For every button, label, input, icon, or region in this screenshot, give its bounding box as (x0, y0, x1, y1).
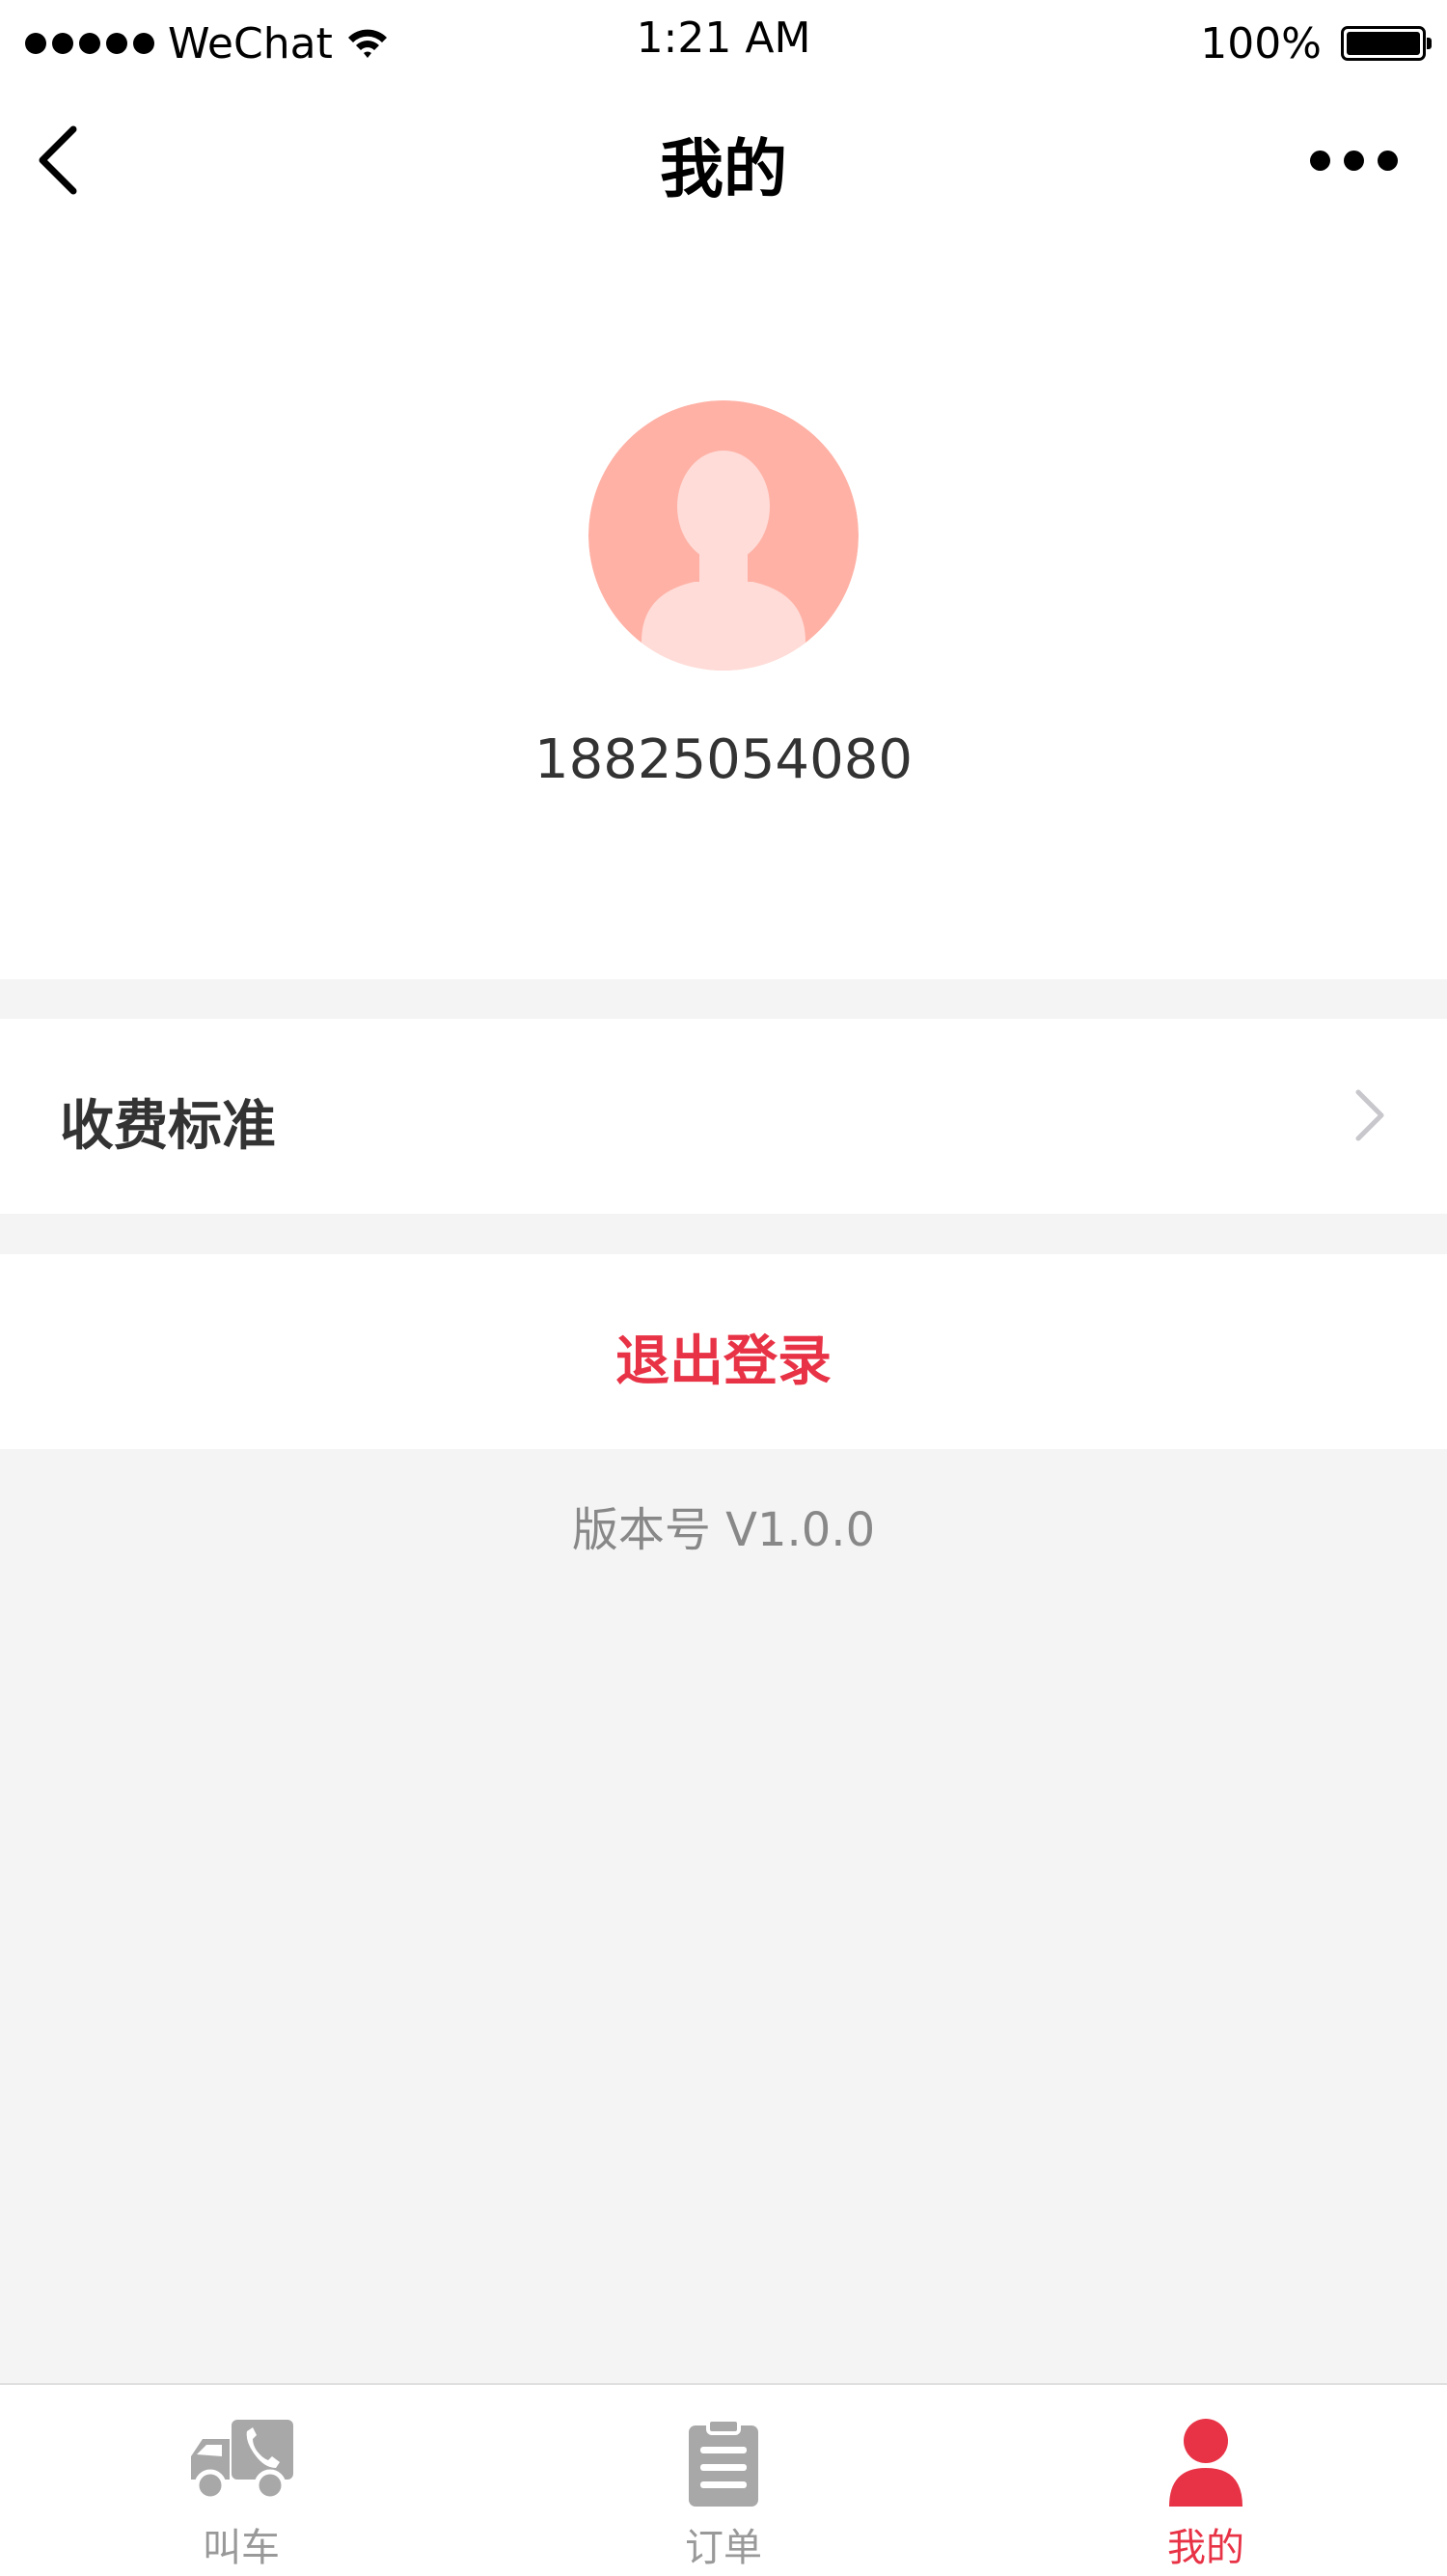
page-title: 我的 (660, 132, 787, 206)
fee-standard-label: 收费标准 (60, 1095, 276, 1158)
tab-orders[interactable]: 订单 (482, 2385, 965, 2576)
more-dot-icon (1378, 150, 1398, 171)
user-phone-number: 18825054080 (534, 728, 913, 791)
avatar[interactable] (588, 400, 859, 671)
clipboard-icon (689, 2418, 758, 2507)
logout-button[interactable]: 退出登录 (0, 1254, 1447, 1449)
navigation-bar: 我的 (0, 87, 1447, 236)
person-icon (1169, 2419, 1242, 2507)
more-dot-icon (1344, 150, 1364, 171)
tab-mine[interactable]: 我的 (965, 2385, 1447, 2576)
tab-label-call-car: 叫车 (203, 2526, 280, 2570)
truck-phone-icon (191, 2420, 293, 2502)
logout-label: 退出登录 (615, 1330, 832, 1393)
more-options-button[interactable] (1310, 141, 1399, 179)
tab-bar: 叫车 订单 我的 (0, 2383, 1447, 2576)
chevron-right-icon (1355, 1089, 1384, 1141)
profile-section: 18825054080 (0, 236, 1447, 979)
version-text: 版本号 V1.0.0 (571, 1503, 876, 1557)
tab-call-car[interactable]: 叫车 (0, 2385, 482, 2576)
battery-percentage: 100% (1200, 18, 1322, 69)
more-dot-icon (1310, 150, 1330, 171)
fee-standard-row[interactable]: 收费标准 (0, 1019, 1447, 1214)
status-right: 100% (1200, 17, 1432, 69)
tab-label-orders: 订单 (685, 2526, 762, 2570)
default-avatar-icon (588, 400, 859, 671)
status-bar: WeChat 1:21 AM 100% (0, 0, 1447, 87)
battery-icon (1341, 26, 1432, 61)
tab-label-mine: 我的 (1167, 2526, 1244, 2570)
